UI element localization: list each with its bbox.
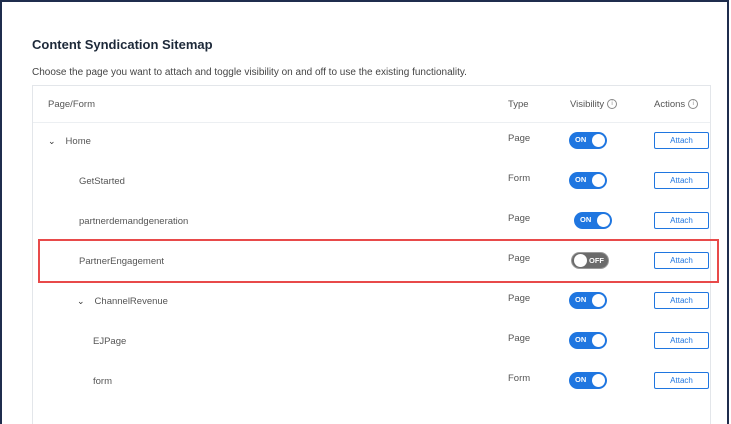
attach-button[interactable]: Attach (654, 292, 709, 309)
chevron-down-icon[interactable]: ⌄ (77, 297, 85, 307)
header-visibility: Visibility i (570, 99, 618, 110)
row-name: ChannelRevenue (94, 296, 168, 307)
row-type: Form (508, 373, 531, 384)
toggle-label: ON (575, 295, 587, 304)
visibility-toggle[interactable]: ON (569, 372, 607, 389)
visibility-toggle[interactable]: ON (574, 212, 612, 229)
page-subtitle: Choose the page you want to attach and t… (32, 67, 467, 78)
row-name: Home (65, 136, 91, 147)
row-type: Form (508, 173, 531, 184)
table-row: GetStarted Form ON Attach (33, 162, 710, 202)
table-row: form Form ON Attach (33, 362, 710, 402)
toggle-knob (592, 174, 605, 187)
toggle-knob (597, 214, 610, 227)
toggle-knob (592, 294, 605, 307)
visibility-toggle[interactable]: ON (569, 332, 607, 349)
row-type: Page (508, 333, 531, 344)
header-page-form: Page/Form (48, 99, 95, 110)
header-actions-label: Actions (654, 99, 686, 110)
table-row: PartnerEngagement Page OFF Attach (33, 242, 710, 282)
attach-button[interactable]: Attach (654, 372, 709, 389)
row-type: Page (508, 213, 531, 224)
visibility-toggle[interactable]: ON (569, 172, 607, 189)
sitemap-table: Page/Form Type Visibility i Actions i ⌄ Hom… (32, 85, 711, 424)
row-name: form (93, 376, 112, 387)
row-name: PartnerEngagement (79, 256, 165, 267)
toggle-knob (574, 254, 587, 267)
toggle-knob (592, 134, 605, 147)
visibility-toggle[interactable]: ON (569, 132, 607, 149)
row-name: partnerdemandgeneration (79, 216, 189, 227)
row-name: GetStarted (79, 176, 125, 187)
table-row: partnerdemandgeneration Page ON Attach (33, 202, 710, 242)
header-actions: Actions i (654, 99, 699, 110)
attach-button[interactable]: Attach (654, 172, 709, 189)
visibility-info-icon[interactable]: i (607, 99, 618, 110)
visibility-toggle[interactable]: OFF (571, 252, 609, 269)
header-type: Type (508, 99, 529, 110)
row-name: EJPage (93, 336, 127, 347)
toggle-knob (592, 334, 605, 347)
toggle-knob (592, 374, 605, 387)
attach-button[interactable]: Attach (654, 332, 709, 349)
table-header: Page/Form Type Visibility i Actions i (33, 86, 710, 123)
row-name-cell: ⌄ Home (48, 136, 91, 147)
row-name-cell: ⌄ ChannelRevenue (77, 296, 168, 307)
toggle-label: ON (575, 135, 587, 144)
toggle-label: ON (575, 375, 587, 384)
attach-button[interactable]: Attach (654, 252, 709, 269)
toggle-label: OFF (589, 255, 604, 265)
row-type: Page (508, 253, 531, 264)
row-type: Page (508, 293, 531, 304)
header-visibility-label: Visibility (570, 99, 605, 110)
attach-button[interactable]: Attach (654, 132, 709, 149)
table-row: ⌄ ChannelRevenue Page ON Attach (33, 282, 710, 322)
actions-info-icon[interactable]: i (688, 99, 699, 110)
table-row: EJPage Page ON Attach (33, 322, 710, 362)
toggle-label: ON (580, 215, 592, 224)
toggle-label: ON (575, 335, 587, 344)
toggle-label: ON (575, 175, 587, 184)
attach-button[interactable]: Attach (654, 212, 709, 229)
visibility-toggle[interactable]: ON (569, 292, 607, 309)
row-type: Page (508, 133, 531, 144)
page-title: Content Syndication Sitemap (32, 37, 213, 52)
chevron-down-icon[interactable]: ⌄ (48, 137, 56, 147)
table-row: ⌄ Home Page ON Attach (33, 122, 710, 162)
